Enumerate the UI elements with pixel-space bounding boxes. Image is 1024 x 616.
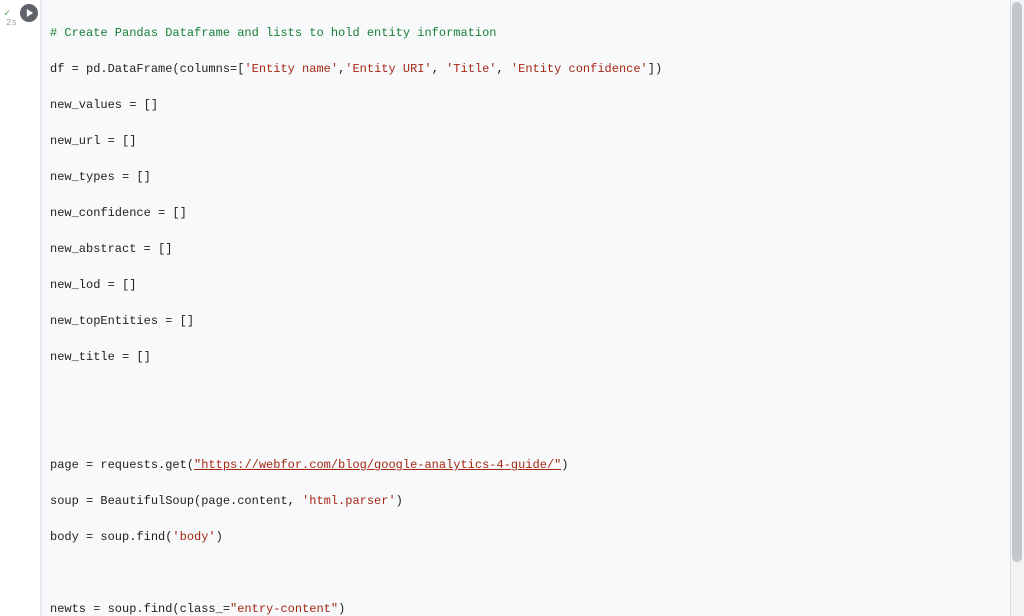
code-editor[interactable]: # Create Pandas Dataframe and lists to h… xyxy=(40,0,1024,616)
execution-status: ✓ xyxy=(4,6,14,16)
url-string: "https://webfor.com/blog/google-analytic… xyxy=(194,458,561,472)
code-comment: # Create Pandas Dataframe and lists to h… xyxy=(50,26,496,40)
cell-gutter: ✓ 2s xyxy=(0,0,40,616)
scrollbar-thumb[interactable] xyxy=(1012,2,1022,562)
vertical-scrollbar[interactable] xyxy=(1010,0,1024,616)
run-cell-button[interactable] xyxy=(20,4,38,22)
play-icon xyxy=(26,9,34,17)
notebook-cell: ✓ 2s # Create Pandas Dataframe and lists… xyxy=(0,0,1024,616)
execution-time: 2s xyxy=(6,18,17,28)
